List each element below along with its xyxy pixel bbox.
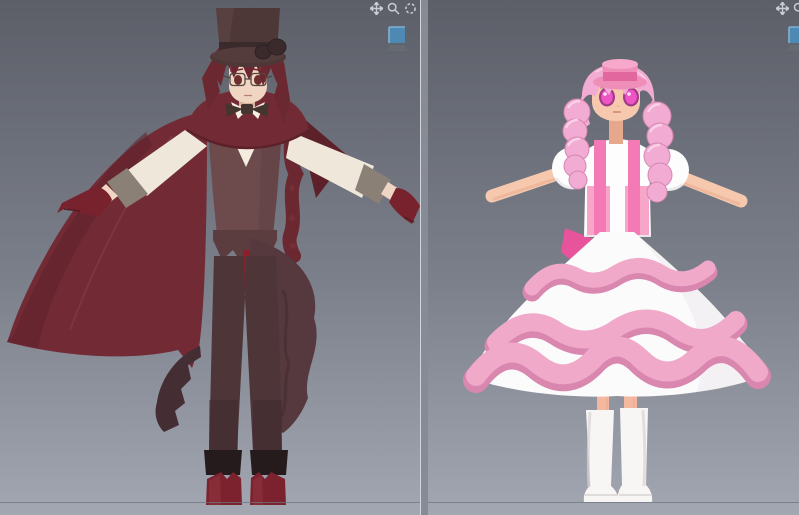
male-top-hat (210, 8, 287, 67)
male-right-arm (286, 132, 420, 224)
ground-line (0, 502, 420, 503)
male-pants (209, 256, 282, 452)
zoom-icon[interactable] (387, 2, 400, 15)
female-bodice (584, 139, 651, 237)
male-ankle-cuff (204, 450, 242, 475)
gizmo-base (786, 45, 799, 51)
male-boots (206, 472, 286, 505)
model-female-character[interactable] (428, 0, 799, 515)
female-skirt (463, 232, 771, 397)
zoom-icon[interactable] (793, 2, 799, 15)
viewport-toolbar (776, 2, 799, 15)
gizmo-base (386, 45, 408, 51)
pan-icon[interactable] (776, 2, 789, 15)
male-ankle-cuff (250, 450, 288, 475)
viewport-toolbar (370, 2, 417, 15)
rotate-icon[interactable] (404, 2, 417, 15)
view-cube-gizmo[interactable] (780, 26, 799, 54)
model-male-character[interactable] (0, 0, 420, 515)
gizmo-cube-face (389, 27, 405, 43)
viewport-left[interactable] (0, 0, 421, 515)
male-coattail-left (155, 346, 201, 432)
viewport-splitter[interactable] (421, 0, 428, 515)
viewport-right[interactable] (428, 0, 799, 515)
ground-line (428, 502, 799, 503)
pan-icon[interactable] (370, 2, 383, 15)
female-boots (583, 408, 653, 502)
view-cube-gizmo[interactable] (380, 26, 412, 54)
gizmo-cube-face (789, 27, 799, 43)
app-window (0, 0, 799, 515)
